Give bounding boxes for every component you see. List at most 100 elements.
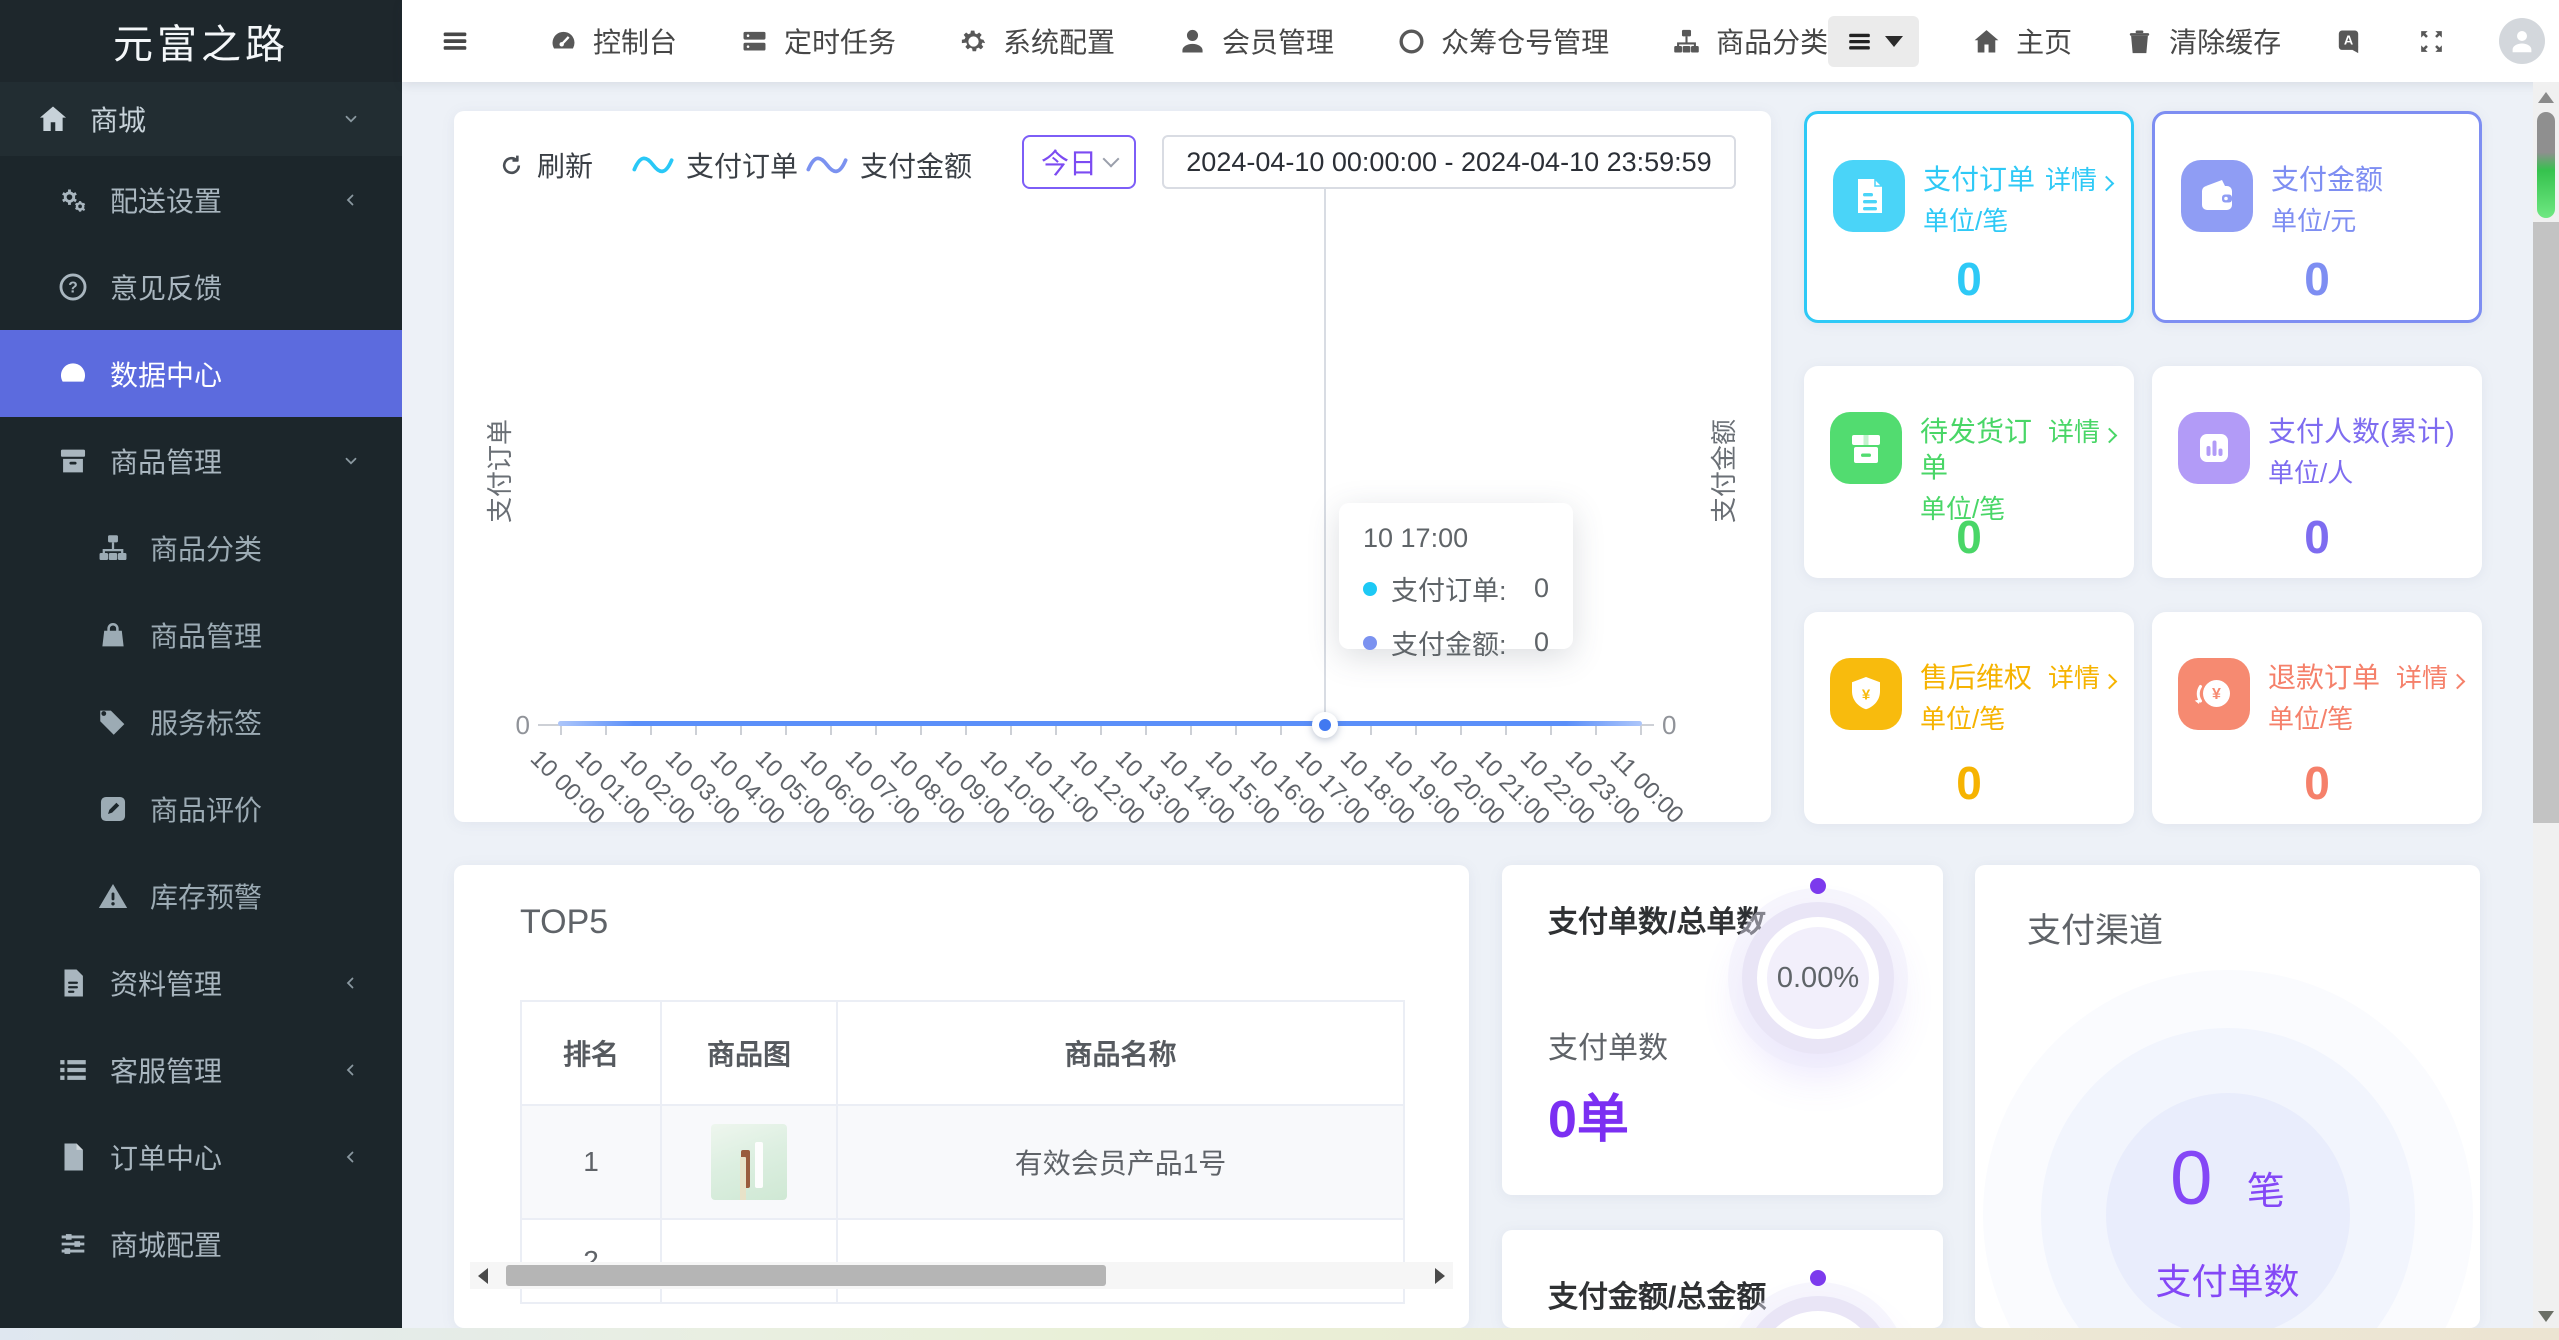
horizontal-scrollbar[interactable] [0,1328,2559,1340]
table-row[interactable]: 1 有效会员产品1号 [520,1104,1405,1220]
card-detail-link[interactable]: 详情 [2396,660,2470,696]
sidebar-item-goods-category[interactable]: 商品分类 [0,504,402,591]
panel-title: 支付金额/总金额 [1548,1281,1767,1314]
table-header-cell: 商品名称 [836,1000,1405,1106]
home-icon [36,102,70,136]
stat-card-pay-amount[interactable]: 支付金额 单位/元 0 [2152,111,2482,323]
detail-label: 详情 [2396,663,2449,693]
x-axis-tick [1235,726,1237,735]
sidebar-item-label: 资料管理 [110,968,223,1000]
top5-panel: TOP5 排名 商品图 商品名称 1 有效会员产品1号 2 [454,865,1469,1328]
detail-label: 详情 [2048,663,2101,693]
card-title-row: 待发货订单 详情 [1920,414,2122,486]
cogs-icon [56,183,90,217]
svg-text:¥: ¥ [1862,687,1871,704]
scrollbar-thumb[interactable] [506,1265,1106,1286]
nav-item-console[interactable]: 控制台 [548,21,677,61]
card-detail-link[interactable]: 详情 [2045,162,2119,198]
card-title: 支付金额 [2271,164,2384,195]
card-detail-link[interactable]: 详情 [2048,414,2122,450]
scroll-up-arrow-icon[interactable] [2538,92,2554,103]
detail-chevron-icon [2098,175,2115,192]
stat-cards-grid: 支付订单 详情 单位/笔 0 支付金额 单位/元 0 待发货订单 详情 单位/笔 0 支付人数(累计)… [1804,111,2484,826]
nav-item-translate[interactable]: A [2333,26,2364,57]
nav-item-cron[interactable]: 定时任务 [739,21,896,61]
sidebar-item-service-tag[interactable]: 服务标签 [0,678,402,765]
channel-value-row: 0 笔 [1975,1135,2480,1222]
sidebar-item-material[interactable]: 资料管理 [0,939,402,1026]
date-range-input[interactable]: 2024-04-10 00:00:00 - 2024-04-10 23:59:5… [1162,135,1736,189]
home-icon [1971,26,2002,57]
sidebar-item-shop[interactable]: 商城 [0,82,402,156]
nav-item-system-config[interactable]: 系统配置 [958,21,1115,61]
nav-item-label: 控制台 [593,27,678,58]
nav-item-crowdfunding[interactable]: 众筹仓号管理 [1396,21,1609,61]
gauge-icon [56,357,90,391]
nav-user[interactable]: Admin [2499,18,2559,64]
sidebar-item-goods-review[interactable]: 商品评价 [0,765,402,852]
sidebar-item-goods[interactable]: 商品管理 [0,417,402,504]
nav-item-goods-cat[interactable]: 商品分类 [1671,21,1828,61]
product-name-cell: 有效会员产品1号 [836,1104,1405,1220]
detail-label: 详情 [2048,417,2101,447]
card-detail-link[interactable]: 详情 [2048,660,2122,696]
stat-card-after-sales[interactable]: ¥ 售后维权 详情 单位/笔 0 [1804,612,2134,824]
table-row[interactable]: 2 [520,1218,1405,1304]
expand-icon [2416,26,2447,57]
scroll-down-arrow-icon[interactable] [2538,1311,2554,1322]
nav-item-members[interactable]: 会员管理 [1177,21,1334,61]
vertical-scrollbar[interactable] [2533,82,2559,1328]
card-title: 支付订单 [1923,164,2036,195]
card-value: 0 [2304,253,2330,305]
stat-card-refund-orders[interactable]: ¥ 退款订单 详情 单位/笔 0 [2152,612,2482,824]
range-select-button[interactable]: 今日 [1022,135,1136,189]
nav-item-clear-cache[interactable]: 清除缓存 [2124,21,2281,61]
scroll-right-arrow-icon[interactable] [1427,1262,1453,1289]
stat-card-to-ship[interactable]: 待发货订单 详情 单位/笔 0 [1804,366,2134,578]
detail-chevron-icon [2101,427,2118,444]
nav-item-homepage[interactable]: 主页 [1971,21,2072,61]
barchart-icon [2178,412,2250,484]
avatar[interactable] [2499,18,2546,64]
question-icon: ? [56,270,90,304]
legend-item-0[interactable]: 支付订单 [632,145,798,185]
product-image[interactable] [711,1124,787,1200]
vertical-scrollbar-thumb[interactable] [2537,112,2555,218]
y-axis-zero-left: 0 [515,710,530,740]
x-axis-tick [1145,726,1147,735]
nav-item-fullscreen[interactable] [2416,26,2447,57]
product-image-cell [660,1218,838,1304]
x-axis-tick [605,726,607,735]
sidebar-item-shop-config[interactable]: 商城配置 [0,1200,402,1287]
gear-icon [958,26,989,57]
gauge-percent: 0.00% [1767,927,1869,1029]
card-text-column: 售后维权 详情 单位/笔 [1920,660,2122,734]
chart-toolbar: 刷新 支付订单 支付金额 今日 2024-04-10 00:00:00 - 202… [454,135,1771,189]
tooltip-series-label: 支付订单: [1391,576,1507,606]
sidebar-item-goods-manage[interactable]: 商品管理 [0,591,402,678]
sidebar-item-label: 配送设置 [110,185,223,217]
sidebar-toggle-hamburger-icon[interactable] [438,24,472,58]
trash-icon [2124,26,2155,57]
sidebar-item-label: 库存预警 [150,881,263,913]
sidebar-item-stock-warning[interactable]: 库存预警 [0,852,402,939]
sidebar-item-data-center[interactable]: 数据中心 [0,330,402,417]
sidebar-item-delivery[interactable]: 配送设置 [0,156,402,243]
sidebar-item-label: 服务标签 [150,707,263,739]
scroll-left-arrow-icon[interactable] [470,1262,496,1289]
refresh-button[interactable]: 刷新 [498,145,593,185]
vertical-scrollbar-track[interactable] [2533,222,2559,823]
refund-icon: ¥ [2178,658,2250,730]
wave-icon [632,152,674,178]
nav-layout-menu-button[interactable] [1828,15,1920,67]
stat-card-pay-orders[interactable]: 支付订单 详情 单位/笔 0 [1804,111,2134,323]
sidebar-item-order-center[interactable]: 订单中心 [0,1113,402,1200]
stat-card-payers-total[interactable]: 支付人数(累计) 单位/人 0 [2152,366,2482,578]
sidebar-item-feedback[interactable]: ? 意见反馈 [0,243,402,330]
legend-label: 支付订单 [686,151,799,182]
parcel-icon [1830,412,1902,484]
table-horizontal-scrollbar[interactable] [470,1262,1453,1289]
sidebar-item-support[interactable]: 客服管理 [0,1026,402,1113]
highlighted-data-point[interactable] [1312,712,1338,738]
legend-item-1[interactable]: 支付金额 [806,145,972,185]
